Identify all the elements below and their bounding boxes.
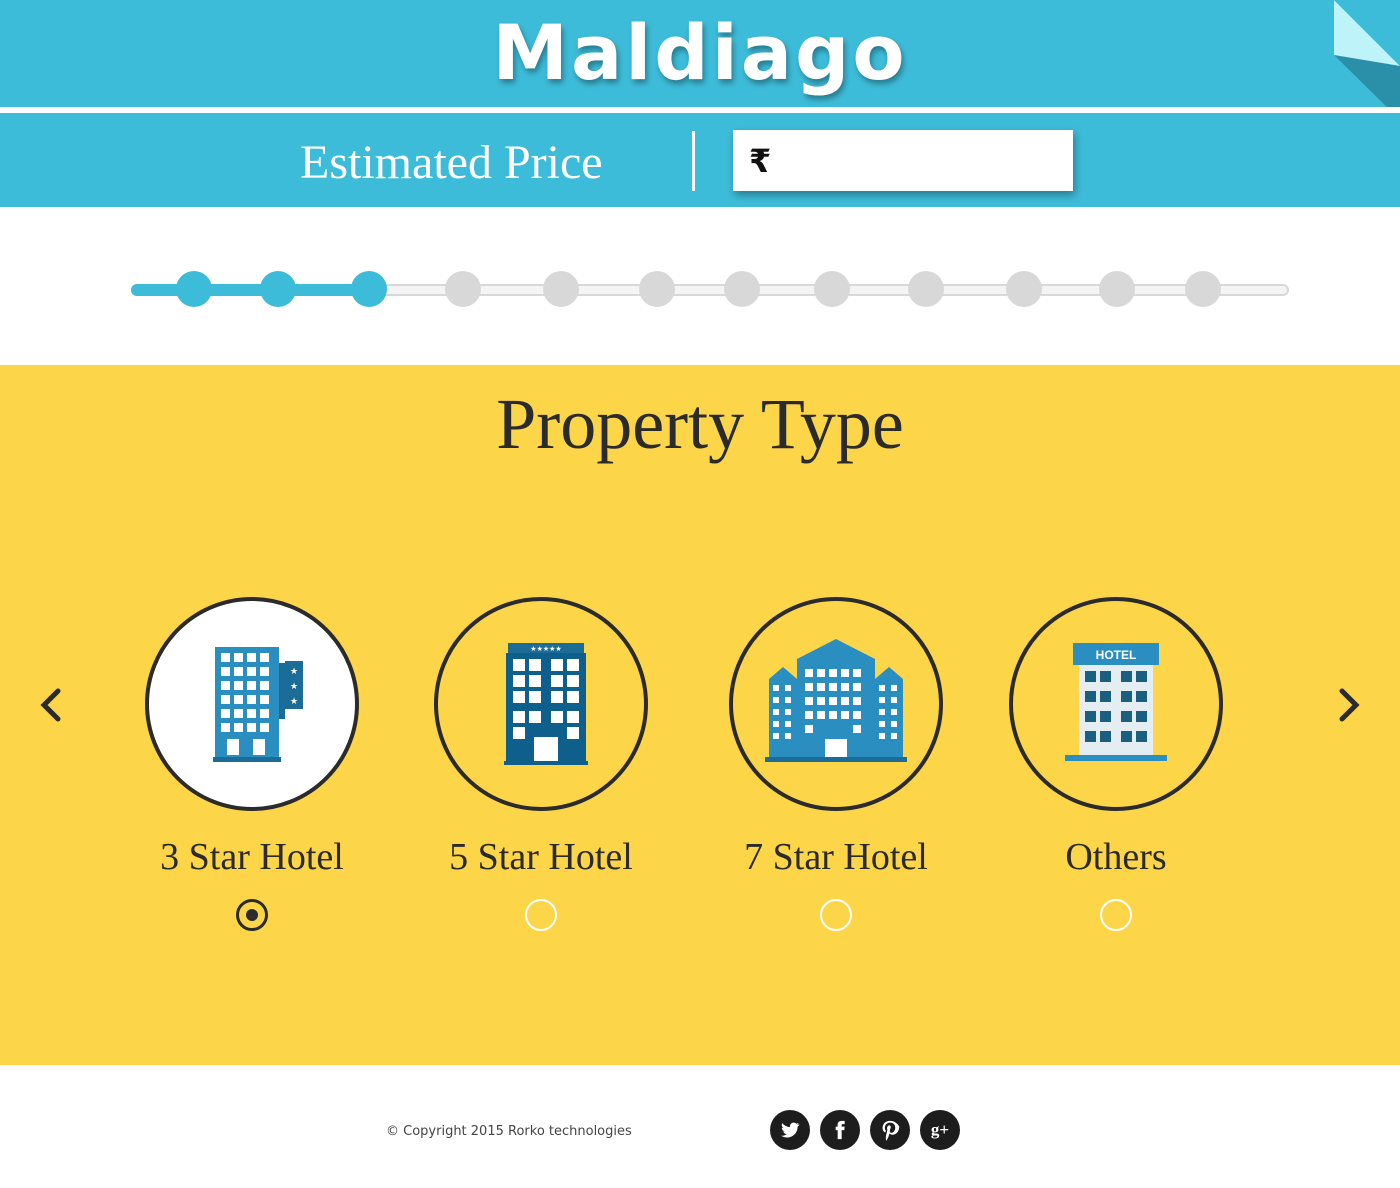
five-star-hotel-icon: ★★★★★ — [504, 643, 588, 765]
option-radio[interactable] — [820, 899, 852, 931]
price-input[interactable] — [781, 130, 1092, 191]
option-circle[interactable]: ★★★★★ — [434, 597, 648, 811]
option-label: Others — [1065, 836, 1167, 878]
option-others[interactable]: HOTEL Others — [986, 597, 1246, 931]
option-radio[interactable] — [1100, 899, 1132, 931]
progress-step[interactable] — [260, 271, 296, 307]
option-circle[interactable]: HOTEL — [1009, 597, 1223, 811]
progress-step[interactable] — [1185, 271, 1221, 307]
progress-step[interactable] — [724, 271, 760, 307]
seven-star-hotel-icon — [765, 639, 907, 762]
progress-step[interactable] — [639, 271, 675, 307]
page-curl-icon — [1334, 0, 1400, 120]
three-star-hotel-icon: ★ ★ ★ — [213, 647, 303, 762]
progress-step[interactable] — [908, 271, 944, 307]
other-hotel-icon: HOTEL — [1065, 643, 1167, 761]
option-7-star-hotel[interactable]: 7 Star Hotel — [706, 597, 966, 931]
twitter-icon[interactable] — [770, 1110, 810, 1150]
estimated-price-label: Estimated Price — [300, 136, 603, 189]
svg-text:★: ★ — [290, 697, 298, 707]
option-circle[interactable] — [729, 597, 943, 811]
progress-step[interactable] — [543, 271, 579, 307]
progress-step[interactable] — [1006, 271, 1042, 307]
footer: © Copyright 2015 Rorko technologies g+ — [0, 1065, 1400, 1188]
option-circle[interactable]: ★ ★ ★ — [145, 597, 359, 811]
pinterest-icon[interactable] — [870, 1110, 910, 1150]
option-label: 7 Star Hotel — [744, 836, 928, 878]
hotel-sign-text: HOTEL — [1096, 648, 1137, 662]
section-title: Property Type — [496, 384, 904, 464]
brand-logo[interactable]: Maldiago — [0, 8, 1400, 97]
progress-step[interactable] — [814, 271, 850, 307]
rupee-icon: ₹ — [749, 141, 772, 180]
option-radio[interactable] — [236, 899, 268, 931]
option-5-star-hotel[interactable]: ★★★★★ 5 Star Hotel — [411, 597, 671, 931]
chevron-right-icon[interactable] — [1334, 685, 1364, 725]
progress-step[interactable] — [176, 271, 212, 307]
progress-step[interactable] — [445, 271, 481, 307]
option-radio[interactable] — [525, 899, 557, 931]
progress-step[interactable] — [351, 271, 387, 307]
header-bar: Maldiago — [0, 0, 1400, 120]
chevron-left-icon[interactable] — [36, 685, 66, 725]
option-label: 3 Star Hotel — [160, 836, 344, 878]
svg-text:★: ★ — [290, 682, 298, 692]
svg-text:★: ★ — [290, 667, 298, 677]
copyright-text: © Copyright 2015 Rorko technologies — [386, 1124, 632, 1139]
svg-text:★★★★★: ★★★★★ — [530, 645, 561, 653]
progress-step[interactable] — [1099, 271, 1135, 307]
google-plus-icon[interactable]: g+ — [920, 1110, 960, 1150]
option-3-star-hotel[interactable]: ★ ★ ★ 3 Star Hotel — [122, 597, 382, 931]
facebook-icon[interactable] — [820, 1110, 860, 1150]
progress-fill — [131, 284, 369, 296]
progress-steps — [0, 207, 1400, 365]
price-field[interactable]: ₹ — [733, 130, 1092, 191]
vertical-separator — [692, 131, 695, 191]
price-bar: Estimated Price ₹ — [0, 113, 1400, 207]
option-label: 5 Star Hotel — [449, 836, 633, 878]
property-type-section: Property Type ★ ★ ★ 3 Star Hotel ★★★★★ 5… — [0, 365, 1400, 1065]
